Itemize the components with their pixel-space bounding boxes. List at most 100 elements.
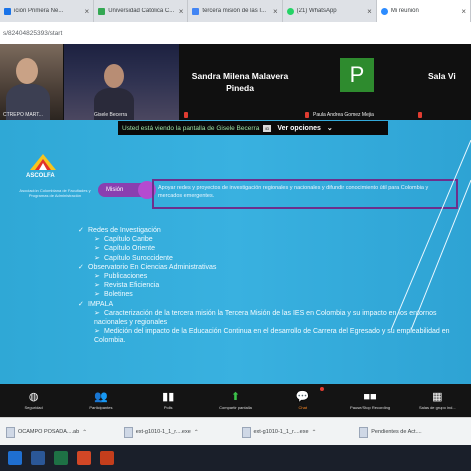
mic-muted-icon — [305, 112, 309, 118]
close-icon[interactable]: × — [273, 7, 278, 16]
breakout-rooms-button[interactable]: ▦ Salas de grupo ind... — [404, 384, 471, 417]
participant-video-tile[interactable]: 35 cuatro Gisele Becerra — [64, 44, 179, 120]
toolbar-label: Seguridad — [24, 405, 43, 410]
outline-text: Observatorio En Ciencias Administrativas — [88, 263, 217, 271]
tab-label: tercera misión de las I... — [202, 8, 267, 14]
view-options-button[interactable]: Ver opciones — [277, 125, 321, 132]
powerpoint-icon[interactable] — [100, 451, 114, 465]
participant-full-name: Sala Vi — [428, 71, 456, 81]
excel-icon[interactable] — [54, 451, 68, 465]
logo-text: ASCOLFA — [26, 173, 55, 179]
polls-button[interactable]: ▮▮ Polls — [135, 384, 202, 417]
participants-icon: 👥 — [94, 391, 108, 403]
outline-text: Revista Eficiencia — [104, 282, 160, 290]
close-icon[interactable]: × — [179, 7, 184, 16]
poll-icon: ▮▮ — [162, 391, 175, 403]
word-icon[interactable] — [31, 451, 45, 465]
file-icon — [123, 426, 133, 438]
download-item[interactable]: ext-g1010-1_1_r....exe ⌃ — [118, 426, 236, 438]
participant-face — [104, 64, 124, 88]
decorative-lines — [391, 140, 471, 330]
download-name: OCAMPO POSADA....ab — [18, 429, 80, 435]
participant-name: Gisele Becerra — [94, 112, 128, 118]
browser-tab[interactable]: ición Primera Ne... × — [0, 0, 95, 22]
outline-text: Capítulo Oriente — [104, 245, 155, 253]
outline-text: Redes de Investigación — [88, 227, 161, 234]
toolbar-label: Salas de grupo ind... — [418, 405, 456, 410]
notice-tag: ID — [263, 124, 272, 132]
arrow-bullet-icon: ➢ — [94, 282, 100, 290]
participant-full-name: Sandra Milena Malavera Pineda — [191, 71, 289, 93]
file-icon — [241, 426, 251, 438]
tab-favicon-icon — [4, 7, 11, 15]
download-item[interactable]: ext-g1010-1_1_r....exe ⌃ — [236, 426, 354, 438]
chevron-up-icon[interactable]: ⌃ — [312, 429, 317, 436]
notice-text: Usted está viendo la pantalla de Gisele … — [122, 124, 260, 132]
download-item[interactable]: OCAMPO POSADA....ab ⌃ — [0, 426, 118, 438]
browser-tab-active[interactable]: Mi reunión × — [376, 0, 471, 22]
participant-name: CTREPO MART... — [3, 112, 43, 118]
arrow-bullet-icon: ➢ — [94, 254, 100, 262]
close-icon[interactable]: × — [461, 7, 466, 16]
outline-text: Caracterización de la tercera misión la … — [94, 309, 437, 327]
file-icon — [359, 426, 369, 438]
arrow-bullet-icon: ➢ — [94, 309, 100, 317]
arrow-bullet-icon: ➢ — [94, 328, 100, 336]
outline-text: Capítulo Suroccidente — [104, 254, 173, 262]
browser-tab-bar: ición Primera Ne... × Universidad Católi… — [0, 0, 471, 22]
chat-icon: 💬 — [295, 391, 310, 403]
tab-label: ición Primera Ne... — [14, 8, 64, 14]
mission-pill-label: Misión — [106, 187, 124, 193]
windows-start-icon[interactable] — [8, 451, 22, 465]
arrow-bullet-icon: ➢ — [94, 273, 100, 281]
record-icon: ■■ — [363, 391, 377, 403]
meeting-toolbar: ◍ Seguridad 👥 Participantes ▮▮ Polls ⬆ C… — [0, 384, 471, 417]
outline-text: Boletines — [104, 291, 133, 299]
chevron-down-icon[interactable]: ⌄ — [327, 124, 333, 132]
notification-dot-icon — [320, 387, 325, 391]
url-text: s/82404825393/start — [3, 29, 63, 37]
browser-tab[interactable]: Universidad Católica C... × — [94, 0, 189, 22]
participant-name-tile[interactable]: Sandra Milena Malavera Pineda — [180, 44, 300, 120]
whatsapp-icon — [286, 7, 294, 15]
recording-button[interactable]: ■■ Pause/Stop Recording — [336, 384, 403, 417]
mic-muted-icon — [418, 112, 422, 118]
share-screen-button[interactable]: ⬆ Compartir pantalla — [202, 384, 269, 417]
browser-tab[interactable]: tercera misión de las I... × — [188, 0, 283, 22]
arrow-bullet-icon: ➢ — [94, 291, 100, 299]
tab-label: Mi reunión — [390, 8, 419, 14]
office-icon[interactable] — [77, 451, 91, 465]
outline-text: Publicaciones — [104, 273, 148, 281]
screen-share-notice: Usted está viendo la pantalla de Gisele … — [118, 121, 388, 135]
participants-button[interactable]: 👥 Participantes — [67, 384, 134, 417]
chevron-up-icon[interactable]: ⌃ — [82, 429, 87, 436]
download-item[interactable]: Pendientes de Act.... — [353, 426, 471, 438]
check-icon: ✓ — [78, 227, 84, 234]
tab-favicon-icon — [98, 7, 106, 15]
logo-subtitle: Asociación Colombiana de Facultades y Pr… — [19, 188, 91, 198]
participant-name-tile[interactable]: Sala Vi — [414, 44, 471, 120]
taskbar — [0, 445, 471, 471]
close-icon[interactable]: × — [85, 7, 90, 16]
participant-video-tile[interactable]: CTREPO MART... — [0, 44, 63, 120]
participant-avatar-tile[interactable]: P Paula Andrea Gomez Mejia — [301, 44, 413, 120]
chevron-up-icon[interactable]: ⌃ — [194, 429, 199, 436]
tab-favicon-icon — [192, 7, 200, 15]
participants-strip: CTREPO MART... 35 cuatro Gisele Becerra … — [0, 44, 471, 120]
toolbar-label: Compartir pantalla — [219, 405, 252, 410]
security-button[interactable]: ◍ Seguridad — [0, 384, 67, 417]
mission-pill: Misión — [98, 181, 156, 199]
browser-tab[interactable]: (21) WhatsApp × — [283, 0, 377, 22]
arrow-bullet-icon: ➢ — [94, 245, 100, 253]
arrow-bullet-icon: ➢ — [94, 236, 100, 244]
avatar: P — [340, 58, 374, 92]
toolbar-label: Participantes — [89, 405, 113, 410]
address-bar[interactable]: s/82404825393/start — [0, 22, 471, 45]
check-icon: ✓ — [78, 300, 84, 308]
chat-button[interactable]: 💬 Chat — [269, 384, 336, 417]
file-icon — [6, 426, 15, 438]
toolbar-label: Pause/Stop Recording — [350, 405, 391, 410]
close-icon[interactable]: × — [367, 7, 372, 16]
zoom-icon — [380, 7, 388, 15]
download-name: ext-g1010-1_1_r....exe — [253, 429, 309, 435]
